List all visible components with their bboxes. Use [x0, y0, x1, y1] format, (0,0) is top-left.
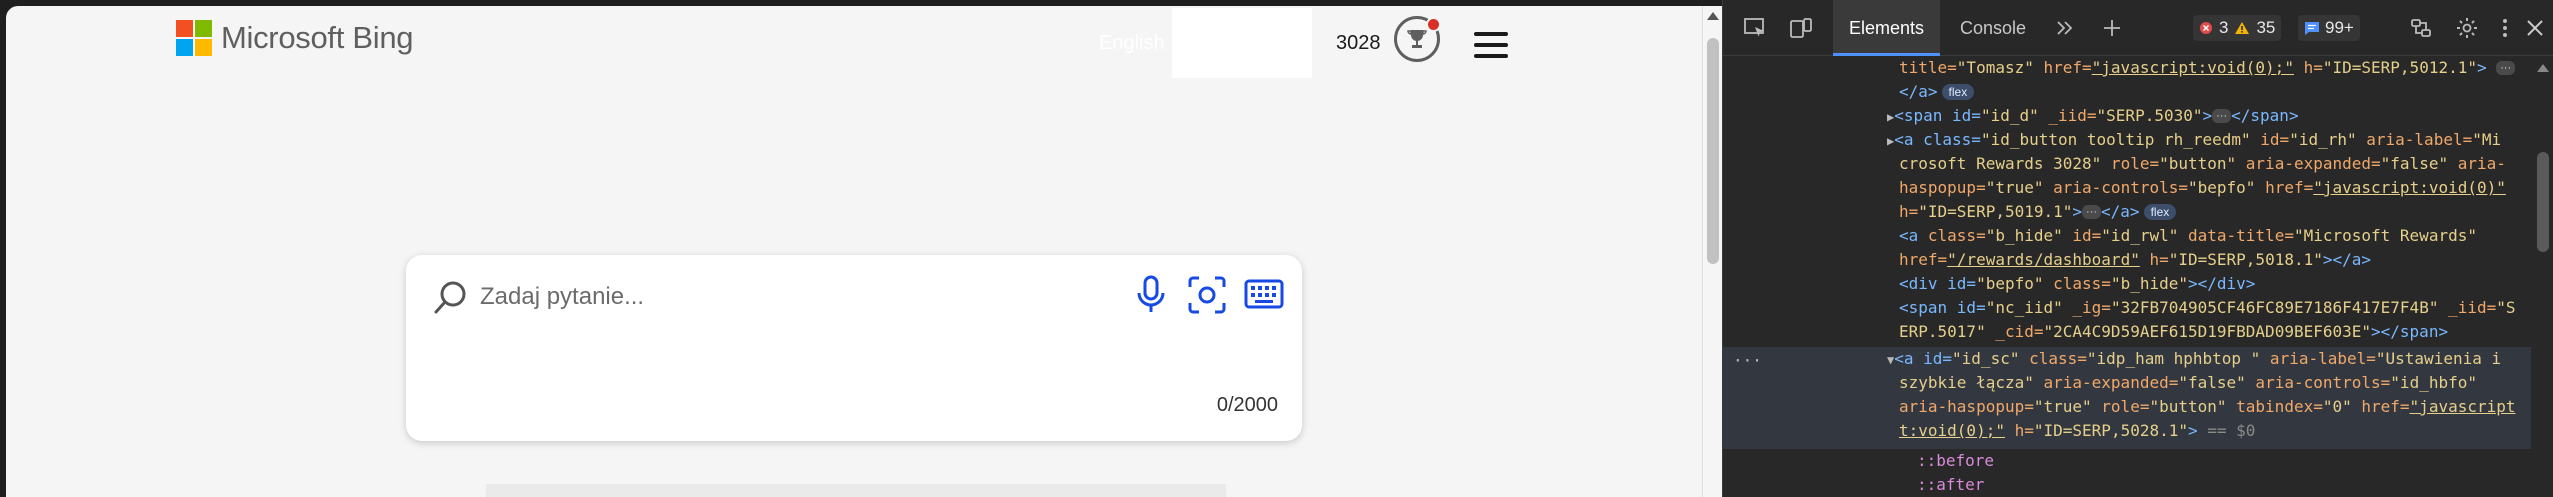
scrollbar-thumb[interactable] — [1707, 38, 1719, 264]
flex-badge[interactable]: flex — [1941, 84, 1975, 100]
error-icon — [2200, 22, 2212, 34]
scroll-up-arrow-icon[interactable] — [2537, 64, 2549, 72]
dom-line-selected[interactable]: t:void(0);" h="ID=SERP,5028.1"> == $0 — [1899, 419, 2255, 443]
dom-line-selected[interactable]: szybkie łącza" aria-expanded="false" ari… — [1899, 371, 2477, 395]
devtools-toolbar: Elements Console 3 35 99+ — [1723, 0, 2553, 56]
messages-counter[interactable]: 99+ — [2298, 15, 2360, 41]
tab-console[interactable]: Console — [1944, 0, 2042, 54]
dom-line[interactable]: ::after — [1917, 473, 1984, 497]
page-content-edge — [486, 484, 1226, 497]
settings-gear-icon[interactable] — [2455, 16, 2479, 40]
more-tabs-chevron-icon[interactable] — [2053, 16, 2077, 40]
language-link[interactable]: English — [1099, 32, 1165, 55]
rewards-points[interactable]: 3028 — [1336, 32, 1381, 55]
dom-line-selected[interactable]: ▼<a id="id_sc" class="idp_ham hphbtop " … — [1887, 347, 2501, 371]
search-box: 0/2000 — [406, 255, 1302, 441]
browser-viewport: Microsoft Bing English 3028 Zadaj pytani… — [0, 0, 1722, 497]
dom-line[interactable]: crosoft Rewards 3028" role="button" aria… — [1899, 152, 2506, 176]
dom-line[interactable]: <span id="nc_iid" _ig="32FB704905CF46FC8… — [1899, 296, 2516, 320]
dom-line[interactable]: <a class="b_hide" id="id_rwl" data-title… — [1899, 224, 2477, 248]
bing-page: Microsoft Bing English 3028 Zadaj pytani… — [6, 6, 1702, 497]
logo-text: Microsoft Bing — [221, 20, 414, 55]
tab-elements[interactable]: Elements — [1833, 0, 1941, 56]
issues-counter[interactable]: 3 35 — [2193, 15, 2282, 41]
search-icon — [432, 279, 470, 322]
message-icon — [2305, 21, 2319, 35]
add-tab-icon[interactable] — [2100, 16, 2124, 40]
dom-line[interactable]: href="/rewards/dashboard" h="ID=SERP,501… — [1899, 248, 2371, 272]
microphone-icon[interactable] — [1134, 275, 1168, 320]
inspect-element-icon[interactable] — [1743, 16, 1767, 40]
visual-search-icon[interactable] — [1187, 275, 1227, 320]
dom-line[interactable]: ▶<a class="id_button tooltip rh_reedm" i… — [1887, 128, 2501, 152]
warning-count: 35 — [2256, 18, 2276, 37]
page-scrollbar[interactable] — [1702, 6, 1722, 497]
dom-line[interactable]: ▶<span id="id_d" _iid="SERP.5030"> ··· </s… — [1887, 104, 2299, 128]
close-icon[interactable] — [2523, 16, 2547, 40]
dom-line[interactable]: ERP.5017" _cid="2CA4C9D59AEF615D19FBDAD0… — [1899, 320, 2448, 344]
rewards-trophy-icon[interactable] — [1394, 16, 1441, 62]
dom-line[interactable]: h="ID=SERP,5019.1"> ··· </a> flex — [1899, 200, 2177, 224]
dom-line-selected[interactable]: aria-haspopup="true" role="button" tabin… — [1899, 395, 2516, 419]
error-count: 3 — [2219, 18, 2229, 37]
elements-dom-tree[interactable]: ··· title="Tomasz" href="javascript:void… — [1723, 56, 2531, 497]
dom-line[interactable]: </a> flex — [1899, 80, 1975, 104]
search-input[interactable] — [480, 277, 1000, 317]
microsoft-logo-icon — [176, 20, 212, 56]
notification-dot — [1426, 17, 1441, 32]
dom-line[interactable]: haspopup="true" aria-controls="bepfo" hr… — [1899, 176, 2506, 200]
profile-area[interactable] — [1172, 8, 1312, 78]
device-toolbar-icon[interactable] — [1789, 16, 1813, 40]
dom-line[interactable]: <div id="bepfo" class="b_hide"></div> — [1899, 272, 2255, 296]
dom-line[interactable]: ::before — [1917, 449, 1994, 473]
node-actions-ellipsis[interactable]: ··· — [1733, 351, 1762, 370]
keyboard-icon[interactable] — [1244, 277, 1284, 316]
scroll-up-arrow-icon[interactable] — [1707, 12, 1719, 20]
devtools-scrollbar[interactable] — [2531, 56, 2553, 497]
bing-logo[interactable]: Microsoft Bing — [176, 20, 414, 56]
warning-icon — [2235, 22, 2250, 34]
message-count: 99+ — [2325, 18, 2354, 37]
flex-badge[interactable]: flex — [2143, 204, 2177, 220]
scrollbar-thumb[interactable] — [2537, 152, 2549, 252]
more-options-icon[interactable] — [2493, 16, 2517, 40]
customize-icon[interactable] — [2409, 16, 2433, 40]
devtools-panel: Elements Console 3 35 99+ ··· title="Tom… — [1722, 0, 2553, 497]
dom-line[interactable]: title="Tomasz" href="javascript:void(0);… — [1899, 56, 2516, 80]
character-count: 0/2000 — [1216, 394, 1278, 416]
menu-hamburger-icon[interactable] — [1474, 32, 1508, 58]
